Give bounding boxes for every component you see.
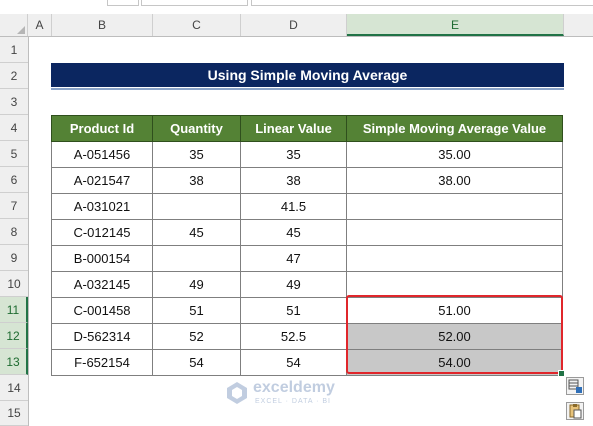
cell-sma-value[interactable]: 51.00 [346, 297, 563, 324]
select-all-corner[interactable] [0, 14, 28, 36]
name-box-edge[interactable] [107, 0, 139, 6]
row-header-10[interactable]: 10 [0, 271, 28, 297]
table-row: A-032145 49 49 [51, 271, 563, 298]
cell-linear-value[interactable]: 41.5 [240, 193, 347, 220]
cell-sma-value[interactable] [346, 245, 563, 272]
spreadsheet: A B C D E 1 2 3 4 5 6 7 8 9 10 11 12 13 … [0, 0, 593, 426]
row-header-5[interactable]: 5 [0, 141, 28, 167]
row-header-7[interactable]: 7 [0, 193, 28, 219]
row-header-4[interactable]: 4 [0, 115, 28, 141]
table-row: F-652154 54 54 54.00 [51, 349, 563, 376]
formula-input-edge[interactable] [251, 0, 593, 6]
column-header-e[interactable]: E [347, 14, 564, 36]
row-header-11[interactable]: 11 [0, 297, 28, 323]
cell-linear-value[interactable]: 35 [240, 141, 347, 168]
formula-bar-strip [0, 0, 593, 15]
row-header-14[interactable]: 14 [0, 375, 28, 401]
paste-options-icon [569, 404, 582, 419]
sheet-title-banner[interactable]: Using Simple Moving Average [51, 63, 564, 87]
cell-quantity[interactable]: 45 [152, 219, 241, 246]
cell-quantity[interactable]: 54 [152, 349, 241, 376]
cell-linear-value[interactable]: 49 [240, 271, 347, 298]
header-quantity[interactable]: Quantity [152, 115, 241, 142]
cell-product-id[interactable]: D-562314 [51, 323, 153, 350]
header-simple-moving-average-value[interactable]: Simple Moving Average Value [346, 115, 563, 142]
cell-quantity[interactable]: 35 [152, 141, 241, 168]
cell-product-id[interactable]: A-032145 [51, 271, 153, 298]
cell-product-id[interactable]: A-021547 [51, 167, 153, 194]
cell-linear-value[interactable]: 51 [240, 297, 347, 324]
column-header-row: A B C D E [0, 14, 593, 37]
cell-linear-value[interactable]: 38 [240, 167, 347, 194]
cell-sma-value[interactable] [346, 271, 563, 298]
cell-quantity[interactable]: 49 [152, 271, 241, 298]
row-header-2[interactable]: 2 [0, 63, 28, 89]
table-row: A-031021 41.5 [51, 193, 563, 220]
cell-quantity[interactable]: 52 [152, 323, 241, 350]
row-header-8[interactable]: 8 [0, 219, 28, 245]
cell-product-id[interactable]: C-001458 [51, 297, 153, 324]
cell-quantity[interactable] [152, 193, 241, 220]
cell-linear-value[interactable]: 45 [240, 219, 347, 246]
column-header-d[interactable]: D [241, 14, 347, 36]
cell-sma-value[interactable] [346, 219, 563, 246]
select-all-triangle-icon [17, 26, 25, 34]
cell-linear-value[interactable]: 52.5 [240, 323, 347, 350]
title-underline [51, 88, 564, 90]
column-header-a[interactable]: A [28, 14, 52, 36]
paste-options-button[interactable] [566, 402, 584, 420]
cell-product-id[interactable]: C-012145 [51, 219, 153, 246]
cell-sma-value[interactable]: 52.00 [346, 323, 563, 350]
table-header-row: Product Id Quantity Linear Value Simple … [51, 115, 563, 142]
exceldemy-logo-icon [227, 382, 247, 404]
cell-linear-value[interactable]: 54 [240, 349, 347, 376]
row-header-1[interactable]: 1 [0, 37, 28, 63]
row-header-9[interactable]: 9 [0, 245, 28, 271]
row-header-12[interactable]: 12 [0, 323, 28, 349]
table-row: A-051456 35 35 35.00 [51, 141, 563, 168]
header-linear-value[interactable]: Linear Value [240, 115, 347, 142]
cell-sma-value[interactable] [346, 193, 563, 220]
table-row: C-001458 51 51 51.00 [51, 297, 563, 324]
row-header-13[interactable]: 13 [0, 349, 28, 375]
row-header-column: 1 2 3 4 5 6 7 8 9 10 11 12 13 14 15 [0, 37, 29, 426]
cell-sma-value[interactable]: 54.00 [346, 349, 563, 376]
watermark-name: exceldemy [253, 379, 335, 396]
cell-sma-value[interactable]: 38.00 [346, 167, 563, 194]
watermark-tagline: EXCEL · DATA · BI [255, 398, 331, 405]
cell-sma-value[interactable]: 35.00 [346, 141, 563, 168]
quick-analysis-icon [568, 379, 582, 393]
quick-analysis-button[interactable] [566, 377, 584, 395]
table-row: A-021547 38 38 38.00 [51, 167, 563, 194]
cell-product-id[interactable]: A-031021 [51, 193, 153, 220]
row-header-3[interactable]: 3 [0, 89, 28, 115]
cell-product-id[interactable]: B-000154 [51, 245, 153, 272]
cell-quantity[interactable] [152, 245, 241, 272]
data-table: Product Id Quantity Linear Value Simple … [51, 115, 563, 376]
cell-quantity[interactable]: 51 [152, 297, 241, 324]
cell-product-id[interactable]: F-652154 [51, 349, 153, 376]
cell-quantity[interactable]: 38 [152, 167, 241, 194]
fill-handle[interactable] [558, 370, 565, 377]
cell-product-id[interactable]: A-051456 [51, 141, 153, 168]
exceldemy-watermark: exceldemy EXCEL · DATA · BI [225, 379, 365, 411]
table-row: B-000154 47 [51, 245, 563, 272]
column-header-c[interactable]: C [153, 14, 241, 36]
row-header-15[interactable]: 15 [0, 401, 28, 426]
table-row: C-012145 45 45 [51, 219, 563, 246]
column-header-b[interactable]: B [52, 14, 153, 36]
cell-linear-value[interactable]: 47 [240, 245, 347, 272]
header-product-id[interactable]: Product Id [51, 115, 153, 142]
table-row: D-562314 52 52.5 52.00 [51, 323, 563, 350]
row-header-6[interactable]: 6 [0, 167, 28, 193]
formula-controls-edge[interactable] [141, 0, 248, 6]
